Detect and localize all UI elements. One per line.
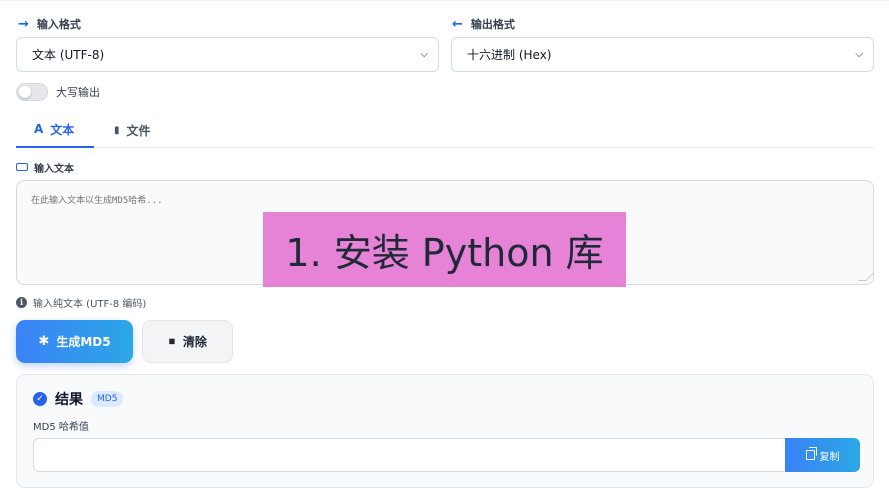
tab-file[interactable]: ▮ 文件 xyxy=(96,112,169,148)
input-format-select[interactable]: 文本 (UTF-8) ⌵ xyxy=(16,37,439,72)
input-format-value: 文本 (UTF-8) xyxy=(32,48,105,62)
uppercase-toggle-row: 大写输出 xyxy=(16,82,100,102)
arrow-right-icon: → xyxy=(18,16,29,32)
clear-label: 清除 xyxy=(182,335,207,349)
input-hint: i 输入纯文本 (UTF-8 编码) xyxy=(16,294,146,310)
copy-label: 复制 xyxy=(819,451,840,463)
generate-md5-button[interactable]: ✱ 生成MD5 xyxy=(16,320,133,363)
tab-file-label: 文件 xyxy=(126,123,151,138)
result-title-text: 结果 xyxy=(55,392,83,408)
uppercase-toggle[interactable] xyxy=(16,83,48,101)
input-hint-text: 输入纯文本 (UTF-8 编码) xyxy=(33,298,147,310)
toggle-knob xyxy=(19,86,31,98)
input-text-label: 输入文本 xyxy=(16,159,74,175)
file-icon: ▮ xyxy=(114,124,120,136)
output-format-label: ← 输出格式 xyxy=(452,16,515,32)
output-format-value: 十六进制 (Hex) xyxy=(467,48,552,62)
caption-overlay: 1. 安装 Python 库 xyxy=(263,212,626,287)
output-format-label-text: 输出格式 xyxy=(470,18,515,31)
result-title: ✓ 结果 MD5 xyxy=(33,389,124,409)
result-panel: ✓ 结果 MD5 MD5 哈希值 复制 xyxy=(16,374,874,488)
tab-text-label: 文本 xyxy=(50,122,75,137)
copy-button[interactable]: 复制 xyxy=(785,438,860,472)
eraser-icon: ◆ xyxy=(165,334,179,349)
uppercase-toggle-label: 大写输出 xyxy=(56,86,100,99)
algorithm-badge: MD5 xyxy=(91,391,124,407)
keyboard-icon xyxy=(16,163,28,171)
input-format-label: → 输入格式 xyxy=(18,16,81,32)
gear-icon: ✱ xyxy=(38,334,50,349)
chevron-down-icon: ⌵ xyxy=(855,49,863,60)
chevron-down-icon: ⌵ xyxy=(420,49,428,60)
input-mode-tabs: A 文本 ▮ 文件 xyxy=(16,112,874,148)
check-circle-icon: ✓ xyxy=(33,392,47,406)
input-text-label-text: 输入文本 xyxy=(34,163,74,175)
arrow-left-icon: ← xyxy=(452,16,463,32)
font-icon: A xyxy=(34,122,44,136)
hash-output[interactable] xyxy=(33,438,786,472)
tab-text[interactable]: A 文本 xyxy=(16,112,94,148)
output-format-select[interactable]: 十六进制 (Hex) ⌵ xyxy=(451,37,874,72)
input-format-label-text: 输入格式 xyxy=(36,18,81,31)
copy-icon xyxy=(805,447,817,460)
clear-button[interactable]: ◆ 清除 xyxy=(142,320,233,363)
generate-md5-label: 生成MD5 xyxy=(56,335,111,349)
hash-label: MD5 哈希值 xyxy=(33,422,89,433)
caption-text: 1. 安装 Python 库 xyxy=(285,231,604,275)
info-icon: i xyxy=(16,296,27,308)
